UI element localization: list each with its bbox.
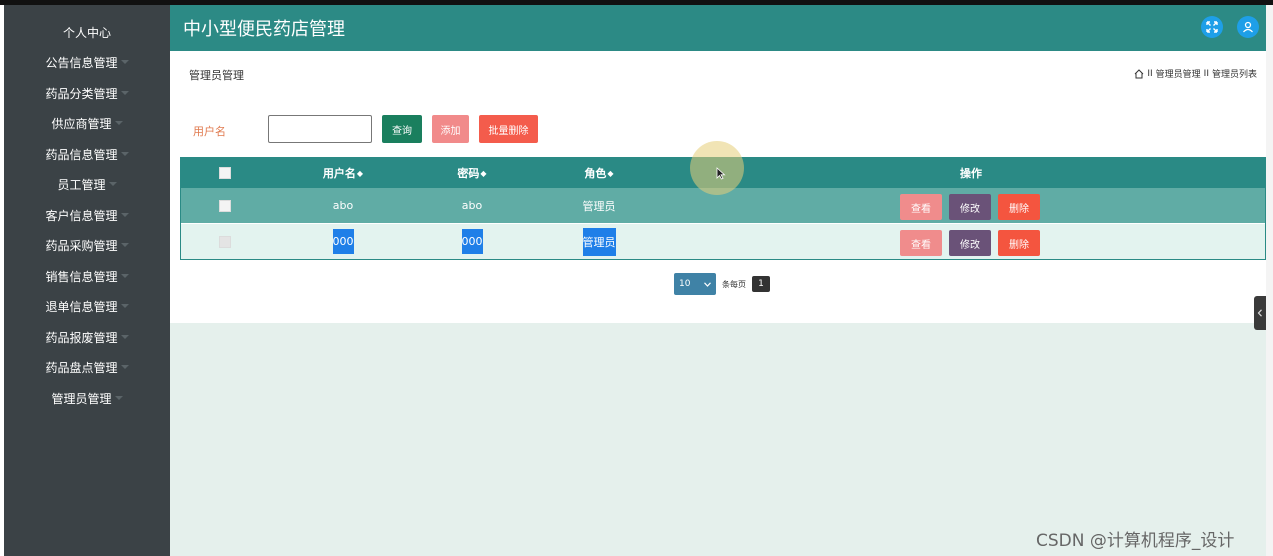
window-right-edge — [1266, 5, 1273, 556]
select-all-checkbox[interactable] — [219, 167, 231, 179]
password-cell: abo — [461, 199, 483, 212]
role-cell: 管理员 — [582, 227, 616, 256]
sidebar-item-admins[interactable]: 管理员管理 — [4, 383, 170, 413]
username-search-label: 用户名 — [193, 125, 226, 138]
sort-icon: ◆ — [607, 168, 614, 178]
home-icon[interactable] — [1134, 68, 1144, 79]
username-cell: 000 — [332, 229, 354, 254]
caret-down-icon — [120, 91, 129, 95]
fullscreen-button[interactable] — [1201, 16, 1223, 38]
delete-button[interactable]: 删除 — [998, 194, 1040, 220]
sidebar-item-drug-info[interactable]: 药品信息管理 — [4, 139, 170, 169]
page-size-value: 10 — [679, 279, 691, 289]
breadcrumb: II 管理员管理 II 管理员列表 — [1134, 67, 1257, 80]
user-icon — [1243, 21, 1253, 33]
caret-down-icon — [120, 274, 129, 278]
username-cell: abo — [332, 199, 354, 212]
watermark: CSDN @计算机程序_设计 — [1036, 531, 1235, 551]
sidebar-item-suppliers[interactable]: 供应商管理 — [4, 108, 170, 138]
column-header-password[interactable]: 密码 ◆ — [420, 158, 524, 188]
caret-down-icon — [114, 396, 123, 400]
sidebar-item-label: 个人中心 — [62, 25, 111, 40]
sidebar-item-scrap[interactable]: 药品报废管理 — [4, 322, 170, 352]
column-header-username[interactable]: 用户名 ◆ — [291, 158, 395, 188]
edit-button[interactable]: 修改 — [949, 194, 991, 220]
sidebar-item-label: 公告信息管理 — [45, 55, 118, 70]
content-panel: 管理员管理 II 管理员管理 II 管理员列表 用户名 查询 添加 批量删除 用… — [170, 51, 1266, 323]
column-header-actions: 操作 — [960, 167, 982, 180]
page-size-select[interactable]: 10 — [674, 273, 716, 295]
sidebar-item-label: 员工管理 — [57, 177, 106, 192]
sidebar-item-label: 药品报废管理 — [45, 330, 118, 345]
view-button[interactable]: 查看 — [900, 230, 942, 256]
app-header: 中小型便民药店管理 — [170, 5, 1266, 51]
sidebar-item-label: 药品采购管理 — [45, 238, 118, 253]
fullscreen-icon — [1206, 21, 1218, 33]
caret-down-icon — [114, 121, 123, 125]
breadcrumb-level2: 管理员列表 — [1211, 70, 1257, 80]
sidebar-item-label: 药品分类管理 — [45, 86, 118, 101]
sidebar-item-sales[interactable]: 销售信息管理 — [4, 261, 170, 291]
sidebar-item-label: 客户信息管理 — [45, 208, 118, 223]
caret-down-icon — [120, 243, 129, 247]
caret-down-icon — [120, 152, 129, 156]
per-page-label: 条每页 — [722, 280, 746, 289]
mouse-cursor-icon — [716, 167, 726, 180]
password-cell: 000 — [461, 229, 483, 254]
sidebar-item-announcements[interactable]: 公告信息管理 — [4, 47, 170, 77]
caret-down-icon — [120, 304, 129, 308]
row-checkbox[interactable] — [219, 235, 231, 248]
sidebar-item-refunds[interactable]: 退单信息管理 — [4, 291, 170, 321]
sidebar-item-label: 管理员管理 — [51, 391, 112, 406]
caret-down-icon — [108, 182, 117, 186]
caret-down-icon — [120, 60, 129, 64]
sort-icon: ◆ — [356, 168, 364, 178]
main-content: 管理员管理 II 管理员管理 II 管理员列表 用户名 查询 添加 批量删除 用… — [170, 51, 1266, 556]
sidebar-item-employees[interactable]: 员工管理 — [4, 169, 170, 199]
side-panel-toggle[interactable] — [1254, 296, 1266, 330]
breadcrumb-separator: II — [1203, 68, 1209, 79]
sidebar-item-label: 退单信息管理 — [45, 299, 118, 314]
breadcrumb-level1[interactable]: 管理员管理 — [1156, 67, 1201, 80]
sidebar-item-label: 供应商管理 — [51, 116, 112, 131]
caret-down-icon — [120, 213, 129, 217]
delete-button[interactable]: 删除 — [998, 230, 1040, 256]
sidebar-item-purchasing[interactable]: 药品采购管理 — [4, 230, 170, 260]
username-search-input[interactable] — [268, 115, 372, 143]
table-row: 000 000 管理员 查看 修改 删除 — [181, 224, 1265, 259]
sidebar-item-customers[interactable]: 客户信息管理 — [4, 200, 170, 230]
caret-down-icon — [120, 365, 129, 369]
page-title: 管理员管理 — [189, 69, 244, 82]
breadcrumb-separator: II — [1147, 68, 1153, 79]
batch-delete-button[interactable]: 批量删除 — [479, 115, 538, 143]
caret-down-icon — [120, 335, 129, 339]
user-menu-button[interactable] — [1237, 16, 1259, 38]
page-number-button[interactable]: 1 — [752, 276, 770, 292]
sidebar: 个人中心 公告信息管理 药品分类管理 供应商管理 药品信息管理 员工管理 客户信… — [4, 5, 170, 556]
chevron-down-icon — [704, 281, 711, 287]
sidebar-item-label: 药品信息管理 — [45, 147, 118, 162]
column-header-role[interactable]: 角色 ◆ — [547, 158, 651, 188]
chevron-left-icon — [1257, 309, 1262, 317]
query-button[interactable]: 查询 — [382, 115, 422, 143]
edit-button[interactable]: 修改 — [949, 230, 991, 256]
add-button[interactable]: 添加 — [432, 115, 469, 143]
sidebar-item-label: 药品盘点管理 — [45, 360, 118, 375]
sidebar-item-drug-categories[interactable]: 药品分类管理 — [4, 78, 170, 108]
sidebar-item-inventory[interactable]: 药品盘点管理 — [4, 352, 170, 382]
row-checkbox[interactable] — [219, 199, 231, 212]
view-button[interactable]: 查看 — [900, 194, 942, 220]
sort-icon: ◆ — [480, 168, 487, 178]
sidebar-item-profile[interactable]: 个人中心 — [4, 17, 170, 47]
sidebar-item-label: 销售信息管理 — [45, 269, 118, 284]
app-title: 中小型便民药店管理 — [183, 19, 345, 40]
role-cell: 管理员 — [582, 199, 616, 213]
